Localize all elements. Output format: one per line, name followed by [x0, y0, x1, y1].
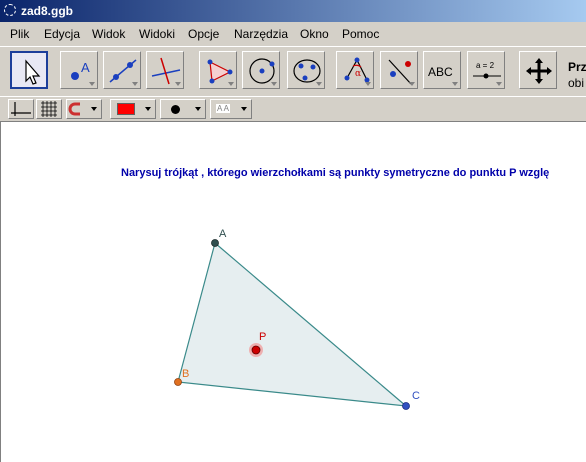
menu-edycja[interactable]: Edycja	[44, 27, 80, 41]
chevron-down-icon	[91, 107, 97, 111]
point-capture-button[interactable]	[66, 99, 102, 119]
point-a-label: A	[219, 228, 227, 240]
tool-help-subtitle: obi	[568, 76, 585, 90]
polygon-tool-button[interactable]	[199, 51, 237, 89]
angle-tool-button[interactable]: α	[336, 51, 374, 89]
text-style-button[interactable]: A A	[210, 99, 252, 119]
menu-opcje[interactable]: Opcje	[188, 27, 219, 41]
point-a[interactable]	[211, 239, 219, 247]
slider-tool-label: a = 2	[476, 61, 495, 70]
move-graphics-view-button[interactable]	[519, 51, 557, 89]
window-title: zad8.ggb	[21, 4, 74, 18]
text-style-label: A A	[216, 104, 231, 113]
toggle-grid-button[interactable]	[36, 99, 62, 119]
point-p-label: P	[259, 331, 266, 343]
triangle-abc[interactable]	[177, 241, 408, 407]
menu-widok[interactable]: Widok	[92, 27, 125, 41]
toggle-axes-button[interactable]	[8, 99, 34, 119]
point-style-icon	[171, 105, 180, 114]
point-style-button[interactable]	[160, 99, 206, 119]
axes-icon	[11, 102, 31, 116]
menu-plik[interactable]: Plik	[10, 27, 29, 41]
move-graphics-view-icon	[526, 58, 552, 84]
menu-narzedzia[interactable]: Narzędzia	[234, 27, 288, 41]
chevron-down-icon	[195, 107, 201, 111]
magnet-icon	[68, 102, 80, 116]
perpendicular-line-tool-button[interactable]	[146, 51, 184, 89]
move-tool-button[interactable]	[10, 51, 48, 89]
menu-bar: Plik Edycja Widok Widoki Opcje Narzędzia…	[0, 22, 586, 46]
reflect-tool-button[interactable]	[380, 51, 418, 89]
app-icon	[4, 4, 16, 16]
menu-widoki[interactable]: Widoki	[139, 27, 175, 41]
toolbar: A α ABC a = 2 Prze obi	[0, 46, 586, 96]
menu-okno[interactable]: Okno	[300, 27, 329, 41]
chevron-down-icon	[241, 107, 247, 111]
line-tool-button[interactable]	[103, 51, 141, 89]
slider-tool-button[interactable]: a = 2	[467, 51, 505, 89]
tool-help: Prze obi	[568, 59, 586, 91]
circle-tool-button[interactable]	[242, 51, 280, 89]
move-tool-icon	[25, 59, 41, 85]
color-button[interactable]	[110, 99, 156, 119]
grid-icon	[41, 101, 57, 117]
conic-tool-button[interactable]	[287, 51, 325, 89]
point-tool-label: A	[81, 60, 90, 75]
point-tool-button[interactable]: A	[60, 51, 98, 89]
title-bar: zad8.ggb	[0, 0, 586, 22]
graphics-view[interactable]: Narysuj trójkąt , którego wierzchołkami …	[0, 122, 586, 462]
text-tool-button[interactable]: ABC	[423, 51, 461, 89]
point-c[interactable]	[402, 402, 410, 410]
point-p[interactable]	[251, 345, 261, 355]
color-swatch	[117, 103, 135, 115]
tool-help-title: Prze	[568, 60, 586, 74]
point-b-label: B	[182, 368, 189, 380]
chevron-down-icon	[145, 107, 151, 111]
point-c-label: C	[412, 390, 420, 402]
style-bar: A A	[0, 96, 586, 122]
menu-pomoc[interactable]: Pomoc	[342, 27, 379, 41]
text-tool-label: ABC	[428, 65, 453, 79]
angle-tool-label: α	[355, 69, 361, 79]
geometry-drawing: A B C P	[174, 228, 420, 410]
point-b[interactable]	[174, 378, 182, 386]
